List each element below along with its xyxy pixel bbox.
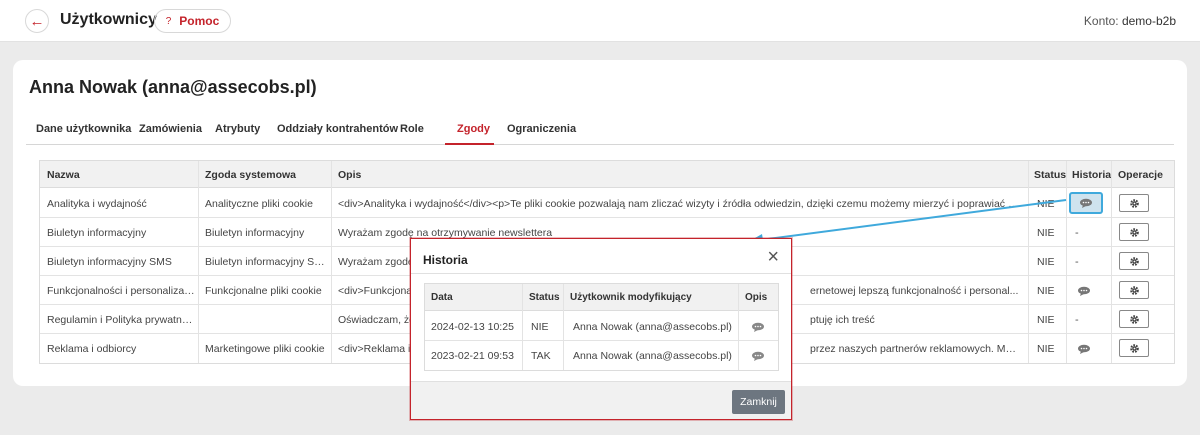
cell-user: Anna Nowak (anna@assecobs.pl)	[573, 350, 732, 362]
page-title: Użytkownicy	[60, 11, 157, 28]
tab-bar: Dane użytkownika Zamówienia Atrybuty Odd…	[26, 115, 1174, 145]
help-button[interactable]: ? Pomoc	[154, 9, 231, 33]
history-row: 2023-02-21 09:53 TAK Anna Nowak (anna@as…	[425, 341, 778, 370]
history-button[interactable]	[1069, 192, 1103, 214]
cell-history: -	[1075, 227, 1079, 239]
user-name-heading: Anna Nowak (anna@assecobs.pl)	[29, 77, 317, 97]
cell-name: Analityka i wydajność	[47, 198, 147, 210]
cell-status: TAK	[531, 350, 551, 362]
chat-bubble-icon[interactable]	[751, 322, 765, 332]
table-header: Nazwa Zgoda systemowa Opis Status Histor…	[40, 161, 1174, 188]
back-arrow-icon: ←	[29, 12, 45, 30]
active-tab-indicator	[445, 143, 494, 145]
cell-name: Regulamin i Polityka prywatności	[47, 314, 195, 326]
modal-title: Historia	[423, 253, 468, 267]
question-icon: ?	[165, 15, 172, 27]
cell-desc-tail: ernetowej lepszą funkcjonalność i person…	[810, 285, 1019, 297]
cell-name: Funkcjonalności i personalizacja	[47, 285, 195, 297]
cell-status: NIE	[1037, 343, 1055, 355]
tab-roles[interactable]: Role	[400, 123, 424, 135]
tab-attributes[interactable]: Atrybuty	[215, 123, 260, 135]
cell-status: NIE	[1037, 285, 1055, 297]
cell-desc: <div>Analityka i wydajność</div><p>Te pl…	[338, 198, 1023, 210]
cell-system: Biuletyn informacyjny SMS	[205, 256, 327, 268]
cell-status: NIE	[1037, 198, 1055, 210]
close-icon[interactable]: ×	[767, 247, 779, 267]
back-button[interactable]: ←	[25, 9, 49, 33]
cell-name: Reklama i odbiorcy	[47, 343, 137, 355]
history-table-header: Data Status Użytkownik modyfikujący Opis	[425, 284, 778, 311]
operations-button[interactable]	[1119, 281, 1149, 299]
close-button[interactable]: Zamknij	[732, 390, 785, 414]
cell-date: 2024-02-13 10:25	[431, 321, 514, 333]
cell-status: NIE	[1037, 256, 1055, 268]
tab-consents[interactable]: Zgody	[457, 123, 490, 135]
column-header-date: Data	[431, 292, 453, 303]
cell-system: Biuletyn informacyjny	[205, 227, 305, 239]
cell-name: Biuletyn informacyjny	[47, 227, 147, 239]
column-header-desc: Opis	[745, 292, 768, 303]
operations-button[interactable]	[1119, 339, 1149, 357]
cell-history: -	[1075, 314, 1079, 326]
history-table: Data Status Użytkownik modyfikujący Opis…	[424, 283, 779, 371]
operations-button[interactable]	[1119, 223, 1149, 241]
column-header-operations: Operacje	[1118, 169, 1163, 181]
top-bar: ← Użytkownicy ? Pomoc Konto: demo-b2b	[0, 0, 1200, 42]
modal-divider	[411, 273, 791, 274]
chat-bubble-icon[interactable]	[1077, 344, 1091, 354]
cell-status: NIE	[1037, 314, 1055, 326]
cell-status: NIE	[531, 321, 549, 333]
gear-icon	[1129, 256, 1139, 266]
chat-bubble-icon[interactable]	[1077, 286, 1091, 296]
cell-system: Marketingowe pliki cookie	[205, 343, 325, 355]
chat-bubble-icon	[1080, 198, 1092, 208]
operations-button[interactable]	[1119, 310, 1149, 328]
cell-name: Biuletyn informacyjny SMS	[47, 256, 172, 268]
cell-system: Analityczne pliki cookie	[205, 198, 313, 210]
column-header-desc: Opis	[338, 169, 362, 181]
account-value: demo-b2b	[1121, 14, 1176, 28]
cell-system: Funkcjonalne pliki cookie	[205, 285, 322, 297]
tab-limits[interactable]: Ograniczenia	[507, 123, 576, 135]
cell-desc-tail: ptuję ich treść	[810, 314, 875, 326]
table-row: Analityka i wydajność Analityczne pliki …	[40, 189, 1174, 218]
column-header-name: Nazwa	[47, 169, 80, 181]
help-label: Pomoc	[179, 14, 220, 28]
history-row: 2024-02-13 10:25 NIE Anna Nowak (anna@as…	[425, 312, 778, 341]
column-header-system: Zgoda systemowa	[205, 169, 297, 181]
chat-bubble-icon[interactable]	[751, 351, 765, 361]
operations-button[interactable]	[1119, 194, 1149, 212]
cell-date: 2023-02-21 09:53	[431, 350, 514, 362]
cell-desc-tail: przez naszych partnerów reklamowych. Mog…	[810, 343, 1020, 355]
gear-icon	[1129, 285, 1139, 295]
account-label: Konto:	[1083, 14, 1119, 28]
operations-button[interactable]	[1119, 252, 1149, 270]
history-modal: Historia × Data Status Użytkownik modyfi…	[410, 238, 792, 420]
gear-icon	[1129, 227, 1139, 237]
column-header-status: Status	[1034, 169, 1067, 181]
gear-icon	[1129, 314, 1139, 324]
modal-footer: Zamknij	[411, 381, 791, 419]
cell-history: -	[1075, 256, 1079, 268]
cell-user: Anna Nowak (anna@assecobs.pl)	[573, 321, 732, 333]
gear-icon	[1129, 198, 1139, 208]
cell-status: NIE	[1037, 227, 1055, 239]
tab-user-data[interactable]: Dane użytkownika	[36, 123, 131, 135]
tab-orders[interactable]: Zamówienia	[139, 123, 202, 135]
column-header-user: Użytkownik modyfikujący	[570, 292, 692, 303]
column-header-history: Historia	[1072, 169, 1112, 181]
gear-icon	[1129, 343, 1139, 353]
column-header-status: Status	[529, 292, 560, 303]
account-info: Konto: demo-b2b	[1084, 14, 1176, 28]
tab-branches[interactable]: Oddziały kontrahentów	[277, 123, 398, 135]
